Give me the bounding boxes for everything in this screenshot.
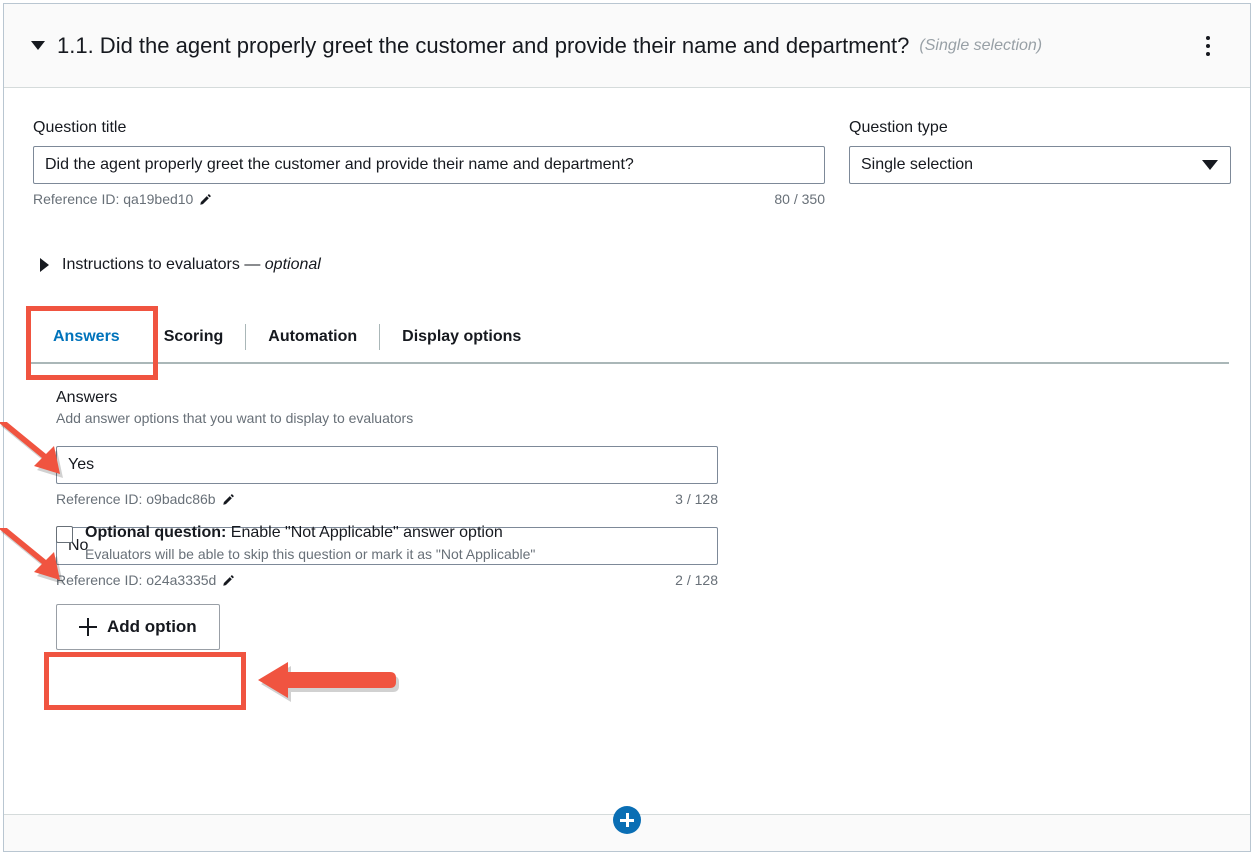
instructions-expander[interactable]: Instructions to evaluators — optional <box>40 256 321 274</box>
kebab-menu-icon[interactable] <box>1198 34 1218 58</box>
answer-reference-id-2: Reference ID: o24a3335d <box>56 572 235 588</box>
optional-question-label-rest: Enable "Not Applicable" answer option <box>226 524 502 541</box>
question-header-type-hint: (Single selection) <box>919 37 1042 55</box>
pencil-icon[interactable] <box>222 574 235 587</box>
pencil-icon[interactable] <box>199 193 212 206</box>
instructions-optional-text: optional <box>265 256 321 273</box>
tab-display-options-label: Display options <box>402 328 521 346</box>
question-title-block: Question title Reference ID: qa19bed10 8… <box>33 119 825 207</box>
question-type-select-wrapper: Single selection <box>849 146 1231 184</box>
answer-reference-id-text-2: Reference ID: o24a3335d <box>56 572 216 588</box>
instructions-label-text: Instructions to evaluators — <box>62 256 265 273</box>
add-option-button[interactable]: Add option <box>56 604 220 650</box>
optional-question-block: Optional question: Enable "Not Applicabl… <box>56 524 535 562</box>
optional-question-sub: Evaluators will be able to skip this que… <box>85 546 535 562</box>
question-type-selected-value: Single selection <box>861 156 973 174</box>
question-title-label: Question title <box>33 119 825 137</box>
question-tabs: Answers Scoring Automation Display optio… <box>31 311 1229 364</box>
add-option-label: Add option <box>107 617 197 637</box>
answers-heading: Answers <box>56 389 756 407</box>
answer-reference-id-1: Reference ID: o9badc86b <box>56 491 235 507</box>
optional-question-text: Optional question: Enable "Not Applicabl… <box>85 524 535 562</box>
pencil-icon[interactable] <box>222 493 235 506</box>
answers-description: Add answer options that you want to disp… <box>56 410 756 426</box>
question-title-meta: Reference ID: qa19bed10 80 / 350 <box>33 191 825 207</box>
answer-option-row: Reference ID: o9badc86b 3 / 128 <box>56 446 718 507</box>
question-title-input[interactable] <box>33 146 825 184</box>
tab-automation-label: Automation <box>268 328 357 346</box>
tab-display-options[interactable]: Display options <box>380 311 543 362</box>
optional-question-checkbox[interactable] <box>56 526 73 543</box>
screenshot-root: 1.1. Did the agent properly greet the cu… <box>0 0 1254 855</box>
question-type-select[interactable]: Single selection <box>849 146 1231 184</box>
answer-option-meta-2: Reference ID: o24a3335d 2 / 128 <box>56 572 718 588</box>
answer-option-meta-1: Reference ID: o9badc86b 3 / 128 <box>56 491 718 507</box>
question-card-header[interactable]: 1.1. Did the agent properly greet the cu… <box>4 4 1250 88</box>
plus-icon <box>79 618 97 636</box>
question-reference-id: Reference ID: qa19bed10 <box>33 191 212 207</box>
tab-scoring[interactable]: Scoring <box>142 311 246 362</box>
answer-option-counter-1: 3 / 128 <box>675 491 718 507</box>
tab-scoring-label: Scoring <box>164 328 224 346</box>
question-type-label: Question type <box>849 119 1231 137</box>
question-card-body: Question title Reference ID: qa19bed10 8… <box>4 89 1250 851</box>
tab-automation[interactable]: Automation <box>246 311 379 362</box>
answer-option-input-1[interactable] <box>56 446 718 484</box>
answer-option-counter-2: 2 / 128 <box>675 572 718 588</box>
plus-circle-icon[interactable] <box>613 806 641 834</box>
answers-pane: Answers Add answer options that you want… <box>56 389 756 650</box>
instructions-label: Instructions to evaluators — optional <box>62 256 321 274</box>
question-header-title: 1.1. Did the agent properly greet the cu… <box>57 33 909 59</box>
optional-question-label: Optional question: Enable "Not Applicabl… <box>85 524 535 542</box>
question-reference-id-text: Reference ID: qa19bed10 <box>33 191 193 207</box>
tab-answers-label: Answers <box>53 328 120 346</box>
question-title-counter: 80 / 350 <box>774 191 825 207</box>
caret-down-icon[interactable] <box>31 41 45 50</box>
tab-answers[interactable]: Answers <box>31 311 142 362</box>
question-card: 1.1. Did the agent properly greet the cu… <box>3 3 1251 852</box>
question-type-block: Question type Single selection <box>849 119 1231 184</box>
optional-question-label-bold: Optional question: <box>85 524 226 541</box>
answer-reference-id-text-1: Reference ID: o9badc86b <box>56 491 216 507</box>
caret-right-icon <box>40 258 49 272</box>
